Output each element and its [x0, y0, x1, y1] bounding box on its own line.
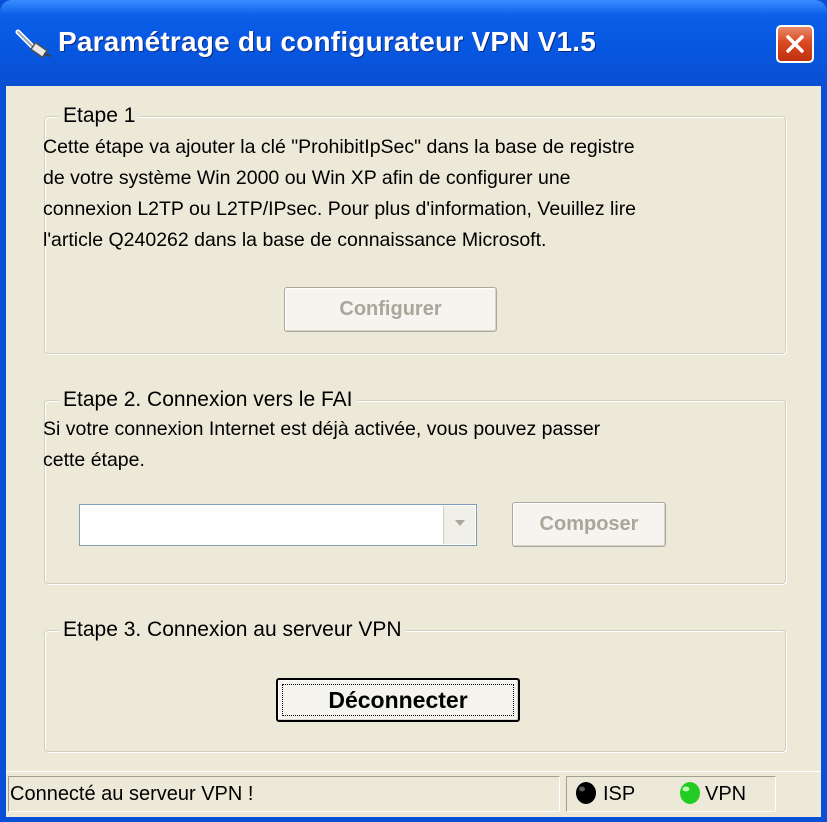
step3-legend: Etape 3. Connexion au serveur VPN	[59, 617, 406, 643]
dial-button[interactable]: Composer	[512, 502, 666, 547]
step1-line-3: connexion L2TP ou L2TP/IPsec. Pour plus …	[43, 198, 637, 220]
step1-line-4: l'article Q240262 dans la base de connai…	[43, 229, 547, 251]
combo-dropdown-button[interactable]	[443, 506, 475, 544]
status-message-pane: Connecté au serveur VPN !	[8, 776, 560, 812]
step2-line-1: Si votre connexion Internet est déjà act…	[43, 418, 601, 440]
client-area: Etape 1 Cette étape va ajouter la clé "P…	[6, 86, 821, 817]
step1-line-2: de votre système Win 2000 ou Win XP afin…	[43, 167, 571, 189]
close-button[interactable]	[776, 25, 814, 63]
step1-legend: Etape 1	[59, 103, 140, 129]
vpn-config-window: Paramétrage du configurateur VPN V1.5 Et…	[0, 0, 827, 822]
configure-button[interactable]: Configurer	[284, 287, 497, 332]
cable-plug-icon	[15, 29, 52, 59]
step2-group: Etape 2. Connexion vers le FAI Si votre …	[43, 387, 786, 584]
close-icon	[786, 35, 804, 53]
status-bar: Connecté au serveur VPN ! ISP VPN	[6, 771, 821, 817]
step2-legend: Etape 2. Connexion vers le FAI	[59, 387, 357, 413]
title-bar[interactable]: Paramétrage du configurateur VPN V1.5	[0, 0, 827, 86]
isp-label: ISP	[603, 783, 636, 805]
step3-group: Etape 3. Connexion au serveur VPN Déconn…	[44, 617, 786, 752]
vpn-led-icon	[680, 782, 700, 804]
step2-line-2: cette étape.	[43, 449, 145, 471]
vpn-led-fill	[680, 782, 700, 804]
step1-group: Etape 1 Cette étape va ajouter la clé "P…	[43, 103, 786, 354]
vpn-label: VPN	[705, 783, 747, 805]
isp-led-icon	[576, 782, 596, 804]
status-indicators-pane: ISP VPN	[566, 776, 776, 812]
step1-line-1: Cette étape va ajouter la clé "ProhibitI…	[43, 136, 635, 158]
disconnect-button[interactable]: Déconnecter	[276, 678, 520, 722]
isp-connection-select[interactable]	[79, 504, 477, 546]
chevron-down-icon	[455, 520, 465, 526]
isp-led-fill	[576, 782, 596, 804]
disconnect-button-label: Déconnecter	[328, 686, 468, 713]
status-message: Connecté au serveur VPN !	[10, 783, 254, 805]
window-title: Paramétrage du configurateur VPN V1.5	[58, 26, 597, 57]
